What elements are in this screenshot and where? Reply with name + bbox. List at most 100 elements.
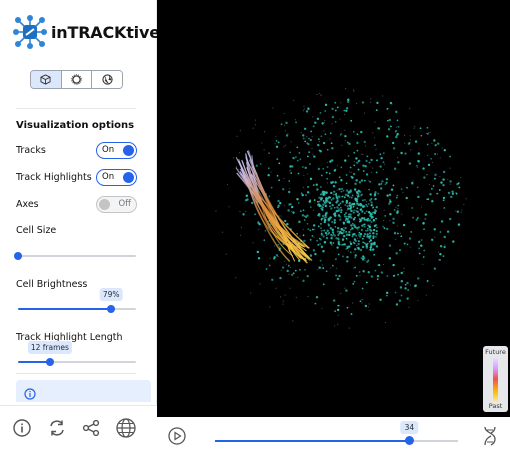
cell-point [440, 220, 444, 223]
cell-point [400, 294, 403, 297]
cell-point [308, 137, 310, 140]
background-cell [274, 143, 276, 145]
background-cell [413, 127, 415, 129]
cell-size-slider[interactable] [14, 250, 136, 262]
cell-point [442, 199, 445, 202]
cell-point [457, 182, 460, 185]
cell-point [412, 216, 415, 219]
background-cell [343, 227, 345, 229]
cell-point [349, 228, 352, 231]
cell-point [430, 187, 433, 190]
cell-point [410, 231, 413, 233]
cell-point [442, 196, 446, 200]
background-cell [449, 183, 451, 185]
tab-globe-view[interactable] [92, 71, 122, 88]
cell-point [397, 125, 400, 128]
cell-point [417, 152, 421, 155]
dna-icon[interactable] [481, 426, 499, 446]
background-cell [397, 208, 399, 210]
cell-point [298, 268, 301, 271]
play-button[interactable] [168, 427, 186, 445]
globe-button[interactable] [115, 418, 137, 438]
background-cell [336, 165, 338, 167]
background-cell [416, 167, 419, 169]
axes-toggle[interactable]: Off [96, 196, 137, 213]
cell-point [376, 127, 379, 130]
cell-point [371, 242, 375, 245]
cell-point [367, 217, 370, 220]
background-cell [302, 228, 304, 230]
cell-point [323, 220, 326, 224]
background-cell [295, 296, 297, 299]
cell-point [316, 188, 319, 191]
cell-point [348, 142, 351, 146]
slider-thumb[interactable] [405, 436, 415, 445]
cell-point [363, 179, 366, 182]
cell-point [338, 304, 340, 307]
background-cell [417, 299, 419, 301]
share-button[interactable] [81, 418, 101, 438]
cell-point [324, 204, 328, 208]
cell-point [353, 151, 356, 154]
cell-point [361, 217, 364, 220]
tab-3d-view[interactable] [31, 71, 62, 88]
background-cell [382, 168, 385, 171]
cell-point [415, 218, 418, 221]
cell-point [321, 209, 324, 211]
background-cell [414, 126, 416, 128]
info-button[interactable] [12, 418, 32, 438]
background-cell [274, 245, 276, 247]
time-frame-slider[interactable]: 34 [215, 421, 458, 446]
cell-point [386, 119, 389, 122]
cell-point [303, 219, 306, 221]
background-cell [323, 130, 325, 132]
cell-point [417, 277, 420, 280]
cell-point [366, 155, 369, 158]
cell-point [345, 174, 348, 176]
cell-point [290, 205, 294, 209]
cell-point [348, 204, 351, 207]
background-cell [426, 173, 428, 176]
cell-point [337, 234, 340, 236]
cell-size-label: Cell Size [16, 225, 57, 236]
cell-point [306, 274, 309, 278]
tab-sphere-view[interactable] [61, 71, 93, 88]
cell-point [424, 217, 427, 220]
cell-point [322, 141, 326, 145]
background-cell [289, 187, 291, 190]
cell-point [361, 287, 364, 290]
refresh-button[interactable] [47, 418, 67, 438]
slider-thumb[interactable] [14, 252, 22, 260]
background-cell [431, 142, 433, 145]
cell-point [353, 242, 356, 245]
cell-point [370, 217, 373, 220]
cell-point [290, 172, 293, 174]
cell-point [418, 252, 421, 255]
track-highlight-length-slider[interactable]: 12 frames [18, 341, 136, 368]
cell-brightness-slider[interactable]: 79% [18, 288, 136, 315]
slider-thumb[interactable] [45, 358, 54, 366]
background-cell [363, 112, 366, 114]
background-cell [215, 210, 217, 212]
cell-point [379, 153, 382, 156]
background-cell [292, 320, 294, 322]
3d-viewer-canvas[interactable] [157, 0, 510, 417]
cell-point [314, 121, 317, 124]
cell-point [443, 149, 446, 152]
cell-point [344, 226, 347, 230]
time-color-legend: Future Past [483, 346, 508, 412]
track-highlights-toggle[interactable]: On [96, 169, 137, 186]
background-cell [254, 119, 257, 121]
background-cell [235, 166, 237, 168]
cell-point [389, 101, 393, 105]
slider-thumb[interactable] [107, 305, 116, 313]
tracks-toggle[interactable]: On [96, 142, 137, 159]
cell-point [336, 106, 339, 109]
cell-point [386, 135, 389, 138]
background-cell [455, 210, 457, 212]
cell-point [305, 194, 307, 196]
cell-point [357, 247, 360, 251]
track-highlights-label: Track Highlights [16, 172, 92, 183]
background-cell [346, 209, 348, 211]
cell-point [296, 159, 299, 162]
